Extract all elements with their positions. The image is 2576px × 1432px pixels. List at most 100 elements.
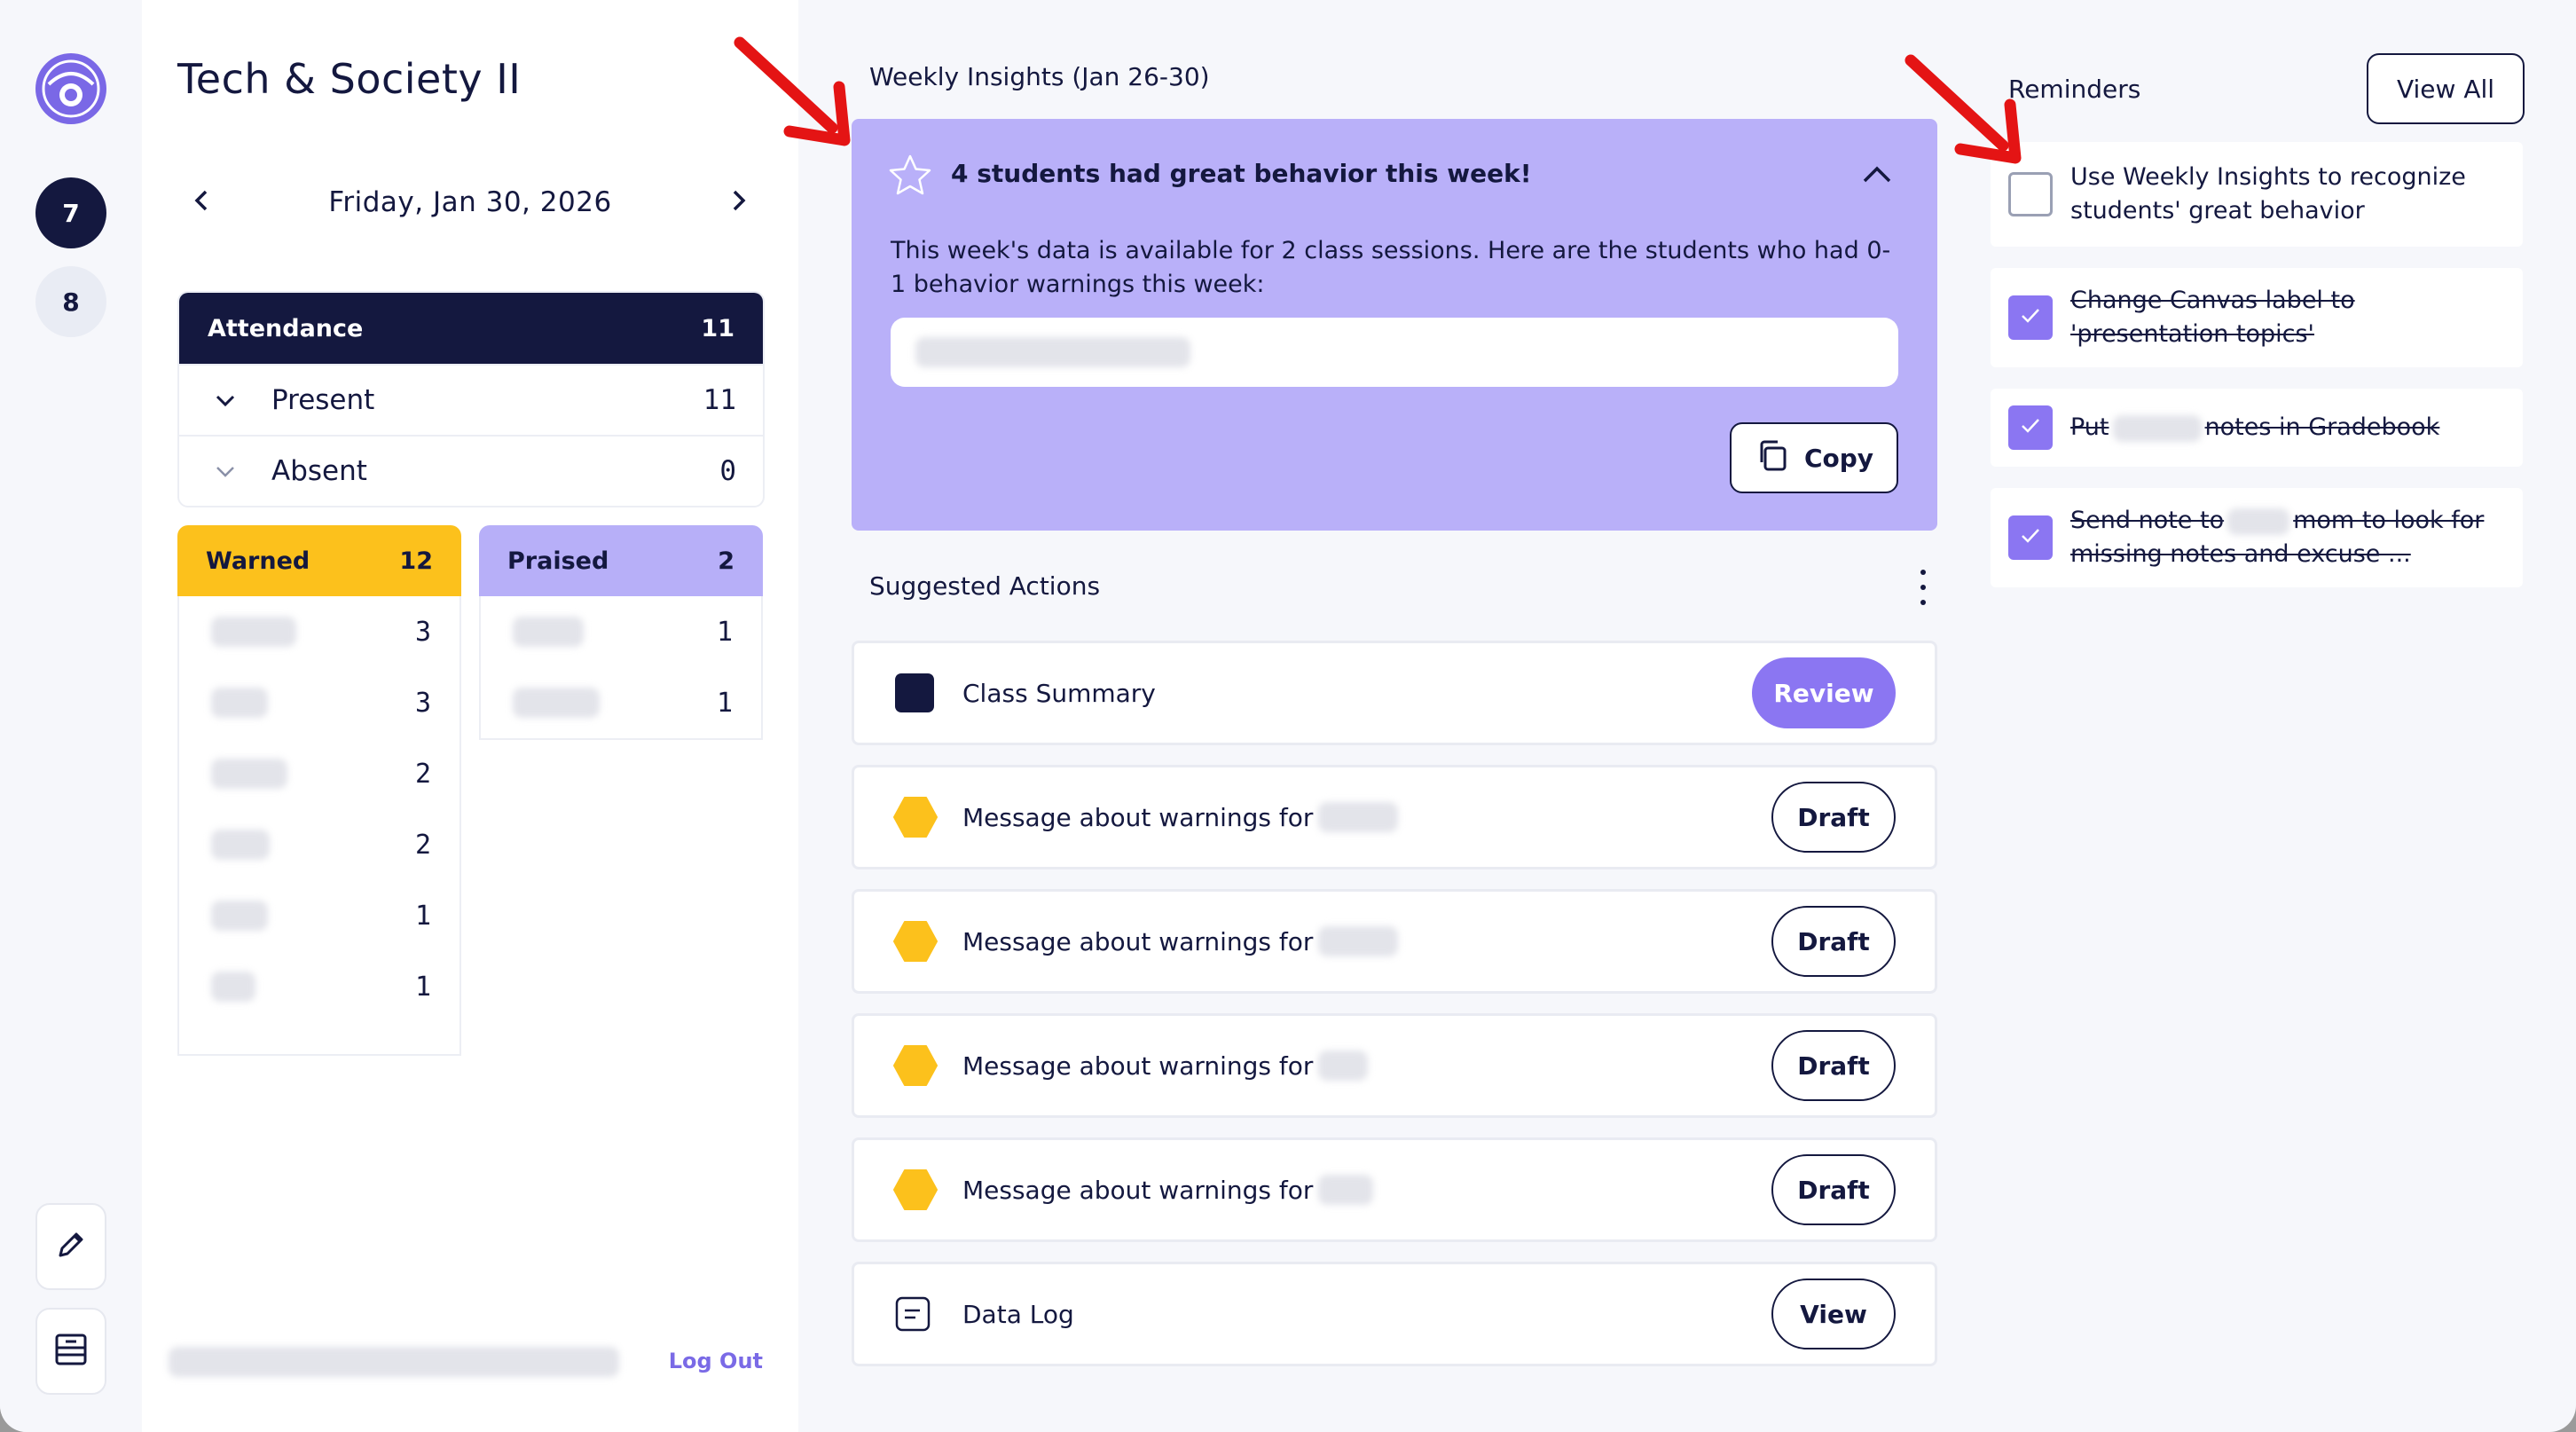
action-warning-message: Message about warnings for Draft <box>852 889 1937 994</box>
chevron-up-icon <box>1861 163 1893 188</box>
action-label: Data Log <box>962 1299 1074 1329</box>
next-day-button[interactable] <box>713 177 763 227</box>
warned-list: Warned 12 3 3 2 2 1 1 <box>177 525 461 1056</box>
review-button[interactable]: Review <box>1752 657 1896 728</box>
more-options-icon[interactable] <box>1907 570 1939 605</box>
attendance-header: Attendance 11 <box>179 293 763 364</box>
chevron-down-icon[interactable] <box>213 455 248 487</box>
student-name-redacted <box>513 688 600 718</box>
copy-icon <box>1755 437 1790 479</box>
archive-button[interactable] <box>35 1308 106 1395</box>
warned-student-row[interactable]: 2 <box>179 738 459 809</box>
attendance-row-absent[interactable]: Absent 0 <box>179 435 763 506</box>
view-button[interactable]: View <box>1771 1279 1896 1349</box>
date-navigator: Friday, Jan 30, 2026 <box>177 177 763 227</box>
copy-button[interactable]: Copy <box>1730 422 1898 493</box>
reminder-checkbox[interactable] <box>2008 172 2053 216</box>
star-icon <box>887 153 933 202</box>
chevron-right-icon <box>727 188 749 216</box>
period-7-button[interactable]: 7 <box>35 177 106 248</box>
warning-count: 3 <box>414 616 431 648</box>
attendance-total: 11 <box>701 314 734 342</box>
attendance-row-present[interactable]: Present 11 <box>179 364 763 435</box>
student-name-redacted <box>211 901 268 931</box>
pencil-icon <box>53 1227 89 1266</box>
student-name-redacted <box>1318 926 1399 956</box>
praised-student-row[interactable]: 1 <box>481 596 761 667</box>
logout-link[interactable]: Log Out <box>669 1349 763 1373</box>
action-warning-message: Message about warnings for Draft <box>852 1137 1937 1242</box>
action-label: Message about warnings for <box>962 802 1771 832</box>
reminder-checkbox[interactable] <box>2008 405 2053 450</box>
absent-count: 0 <box>719 455 736 487</box>
praised-total: 2 <box>718 547 734 575</box>
chevron-left-icon <box>192 188 213 216</box>
student-name-redacted <box>211 617 296 647</box>
hexagon-icon <box>893 796 938 838</box>
student-name-redacted <box>513 617 584 647</box>
edit-button[interactable] <box>35 1203 106 1290</box>
suggested-actions-heading: Suggested Actions <box>869 571 1101 601</box>
chevron-down-icon[interactable] <box>213 384 248 416</box>
app-logo[interactable] <box>33 51 109 127</box>
annotation-arrow-insights <box>734 36 851 146</box>
praise-count: 1 <box>716 616 733 648</box>
user-email-redacted <box>169 1347 619 1377</box>
warning-count: 2 <box>414 758 431 790</box>
period-8-button[interactable]: 8 <box>35 266 106 337</box>
reminder-item: Send note to mom to look for missing note… <box>1991 488 2523 587</box>
student-name-redacted <box>211 830 270 860</box>
warned-student-row[interactable]: 3 <box>179 596 459 667</box>
copy-label: Copy <box>1803 443 1874 473</box>
collapse-button[interactable] <box>1856 154 1898 197</box>
warned-header: Warned 12 <box>177 525 461 596</box>
warning-count: 2 <box>414 829 431 861</box>
present-label: Present <box>271 384 375 416</box>
student-name-redacted <box>211 688 268 718</box>
praised-student-row[interactable]: 1 <box>481 667 761 738</box>
draft-button[interactable]: Draft <box>1771 782 1896 853</box>
action-label: Message about warnings for <box>962 926 1771 956</box>
praised-body: 1 1 <box>479 596 763 740</box>
attendance-label: Attendance <box>208 314 364 342</box>
warned-student-row[interactable]: 1 <box>179 951 459 1022</box>
reminder-text: Change Canvas label to 'presentation top… <box>2070 287 2355 348</box>
reminder-checkbox[interactable] <box>2008 295 2053 340</box>
warned-student-row[interactable]: 2 <box>179 809 459 880</box>
action-label-text: Message about warnings for <box>962 1050 1314 1081</box>
reminder-item: Use Weekly Insights to recognize student… <box>1991 142 2523 247</box>
weekly-insight-card: 4 students had great behavior this week!… <box>852 119 1937 531</box>
draft-button[interactable]: Draft <box>1771 906 1896 977</box>
insight-description: This week's data is available for 2 clas… <box>891 237 1891 298</box>
checkmark-icon <box>2019 416 2042 439</box>
action-warning-message: Message about warnings for Draft <box>852 765 1937 869</box>
student-name-redacted <box>2112 414 2202 442</box>
warned-body: 3 3 2 2 1 1 <box>177 596 461 1056</box>
hexagon-icon <box>893 920 938 963</box>
action-label-text: Message about warnings for <box>962 926 1314 956</box>
checkmark-icon <box>2019 306 2042 329</box>
student-name-redacted <box>2227 507 2290 535</box>
hexagon-icon <box>893 1168 938 1211</box>
action-label: Class Summary <box>962 678 1156 708</box>
reminder-item: Change Canvas label to 'presentation top… <box>1991 268 2523 367</box>
praised-list: Praised 2 1 1 <box>479 525 763 740</box>
reminder-text: Use Weekly Insights to recognize student… <box>2070 163 2466 224</box>
insight-title: 4 students had great behavior this week! <box>951 159 1532 188</box>
prev-day-button[interactable] <box>177 177 227 227</box>
student-name-redacted <box>211 972 255 1002</box>
draft-button[interactable]: Draft <box>1771 1030 1896 1101</box>
reminder-checkbox[interactable] <box>2008 515 2053 560</box>
action-warning-message: Message about warnings for Draft <box>852 1013 1937 1118</box>
reminder-text-start: Put <box>2070 413 2109 441</box>
present-count: 11 <box>703 384 736 416</box>
reminder-item: Put notes in Gradebook <box>1991 389 2523 467</box>
student-name-redacted <box>211 759 287 789</box>
praise-count: 1 <box>716 687 733 719</box>
warned-total: 12 <box>399 547 433 575</box>
view-all-button[interactable]: View All <box>2367 53 2525 124</box>
draft-button[interactable]: Draft <box>1771 1154 1896 1225</box>
student-name-redacted <box>1318 802 1399 832</box>
warned-student-row[interactable]: 3 <box>179 667 459 738</box>
warned-student-row[interactable]: 1 <box>179 880 459 951</box>
